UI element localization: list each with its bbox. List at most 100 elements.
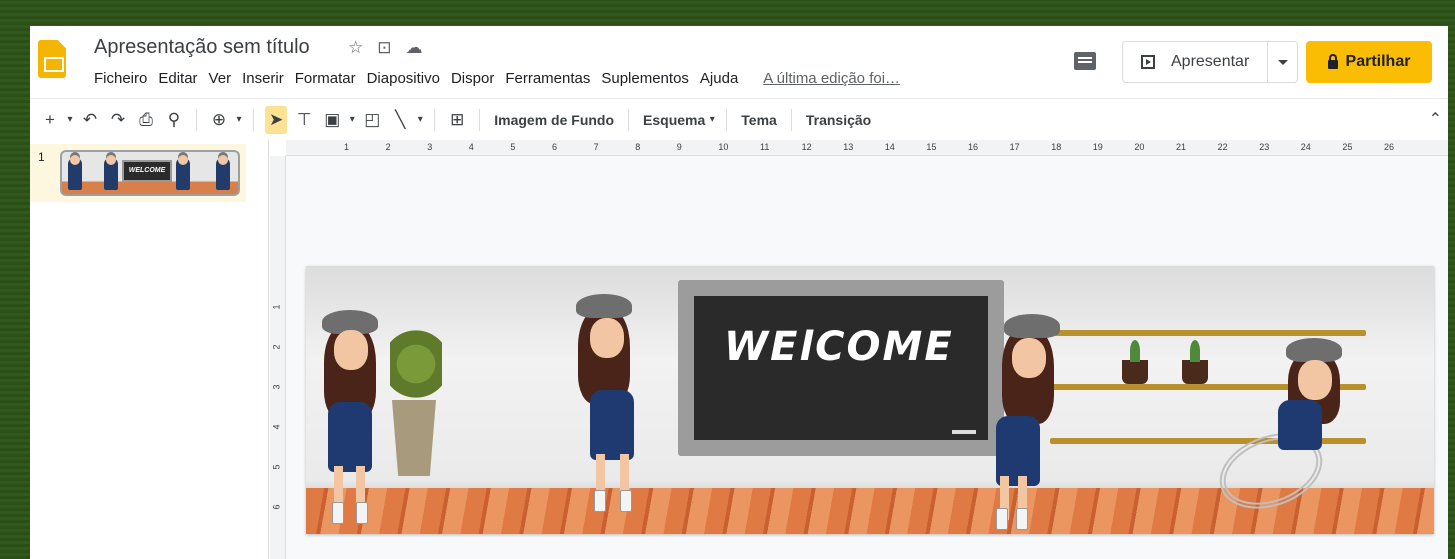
ruler-number: 16 — [968, 142, 979, 152]
toolbar: + ▾ ↶ ↷ ⎙ ⚲ ⊕ ▾ ➤ ⊤ ▣ ▾ ◰ ╲ ▾ ⊞ Imagem d… — [30, 98, 1448, 140]
ruler-number: 9 — [676, 142, 682, 152]
menu-insert[interactable]: Inserir — [242, 70, 284, 87]
ruler-number: 2 — [271, 344, 282, 350]
zoom-dropdown-icon[interactable]: ▾ — [234, 106, 244, 134]
new-slide-icon[interactable]: + — [39, 106, 61, 134]
ruler-number: 1 — [344, 142, 350, 152]
shape-icon[interactable]: ◰ — [361, 106, 383, 134]
document-title[interactable]: Apresentação sem título — [94, 36, 310, 59]
undo-icon[interactable]: ↶ — [79, 106, 101, 134]
share-button[interactable]: Partilhar — [1306, 41, 1432, 83]
present-button[interactable]: Apresentar — [1122, 41, 1298, 83]
menu-addons[interactable]: Suplementos — [601, 70, 689, 87]
ruler-number: 4 — [468, 142, 474, 152]
redo-icon[interactable]: ↷ — [107, 106, 129, 134]
menu-view[interactable]: Ver — [209, 70, 232, 87]
collapse-toolbar-icon[interactable]: ⌃ — [1429, 109, 1442, 129]
layout-button[interactable]: Esquema — [643, 112, 705, 128]
new-slide-dropdown-icon[interactable]: ▾ — [65, 106, 75, 134]
menu-format[interactable]: Formatar — [295, 70, 356, 87]
slide-canvas[interactable]: WElCOME — [306, 266, 1434, 534]
transition-button[interactable]: Transição — [806, 112, 871, 128]
lock-icon — [1327, 53, 1338, 69]
menu-file[interactable]: Ficheiro — [94, 70, 147, 87]
ruler-number: 17 — [1009, 142, 1020, 152]
text-box-icon[interactable]: ⊤ — [293, 106, 315, 134]
move-to-folder-icon[interactable]: ⊡ — [377, 38, 391, 58]
ruler-number: 7 — [593, 142, 599, 152]
menu-slide[interactable]: Diapositivo — [367, 70, 440, 87]
star-icon[interactable]: ☆ — [348, 38, 363, 58]
ruler-number: 6 — [271, 504, 282, 510]
slide-filmstrip: 1 WELCOME — [30, 140, 269, 559]
present-icon — [1141, 55, 1155, 69]
ruler-number: 13 — [843, 142, 854, 152]
ruler-number: 26 — [1384, 142, 1395, 152]
title-icons: ☆ ⊡ ☁ — [348, 38, 423, 58]
comments-icon[interactable] — [1074, 52, 1096, 70]
menu-tools[interactable]: Ferramentas — [505, 70, 590, 87]
vertical-ruler[interactable]: 1 2 3 4 5 6 — [270, 156, 286, 559]
plant-pot-image — [1122, 360, 1148, 384]
zoom-icon[interactable]: ⊕ — [208, 106, 230, 134]
last-edit-link[interactable]: A última edição foi… — [763, 70, 900, 87]
ruler-number: 24 — [1300, 142, 1311, 152]
bitmoji-character-4[interactable] — [1258, 336, 1368, 456]
title-bar: Apresentação sem título ☆ ⊡ ☁ Ficheiro E… — [30, 26, 1448, 98]
ruler-number: 25 — [1342, 142, 1353, 152]
bitmoji-character-1[interactable] — [320, 306, 430, 526]
ruler-number: 2 — [385, 142, 391, 152]
line-icon[interactable]: ╲ — [389, 106, 411, 134]
add-comment-icon[interactable]: ⊞ — [446, 106, 468, 134]
ruler-number: 11 — [760, 142, 770, 152]
slide-number: 1 — [38, 150, 45, 164]
bitmoji-character-3[interactable] — [982, 310, 1092, 530]
present-dropdown-icon[interactable] — [1278, 60, 1288, 65]
filmstrip-slide-1[interactable]: 1 WELCOME — [30, 144, 246, 202]
theme-button[interactable]: Tema — [741, 112, 777, 128]
slides-logo-icon[interactable] — [38, 40, 66, 78]
print-icon[interactable]: ⎙ — [135, 106, 157, 134]
ruler-number: 14 — [884, 142, 895, 152]
ruler-number: 5 — [510, 142, 516, 152]
menu-bar: Ficheiro Editar Ver Inserir Formatar Dia… — [94, 70, 911, 87]
menu-edit[interactable]: Editar — [158, 70, 197, 87]
ruler-number: 21 — [1176, 142, 1187, 152]
present-label: Apresentar — [1171, 53, 1250, 70]
layout-dropdown-icon[interactable]: ▾ — [707, 106, 717, 134]
slides-window: Apresentação sem título ☆ ⊡ ☁ Ficheiro E… — [30, 26, 1448, 559]
horizontal-ruler[interactable]: 1 2 3 4 5 6 7 8 9 10 11 12 13 14 15 16 17 18 19 20 21 22 23 24 2… — [286, 140, 1448, 156]
line-dropdown-icon[interactable]: ▾ — [415, 106, 425, 134]
share-label: Partilhar — [1345, 53, 1411, 70]
background-button[interactable]: Imagem de Fundo — [494, 112, 614, 128]
ruler-number: 6 — [552, 142, 558, 152]
ruler-number: 22 — [1217, 142, 1228, 152]
paint-format-icon[interactable]: ⚲ — [163, 106, 185, 134]
plant-pot-image — [1182, 360, 1208, 384]
ruler-number: 19 — [1092, 142, 1103, 152]
select-cursor-icon[interactable]: ➤ — [265, 105, 288, 134]
ruler-number: 18 — [1051, 142, 1062, 152]
insert-image-icon[interactable]: ▣ — [321, 106, 343, 134]
thumbnail-board-text: WELCOME — [122, 160, 172, 182]
ruler-number: 15 — [926, 142, 937, 152]
cloud-saved-icon[interactable]: ☁ — [406, 38, 423, 58]
bitmoji-character-2[interactable] — [574, 290, 684, 520]
ruler-number: 23 — [1259, 142, 1270, 152]
menu-arrange[interactable]: Dispor — [451, 70, 494, 87]
welcome-text[interactable]: WElCOME — [724, 324, 954, 370]
ruler-number: 4 — [271, 424, 282, 430]
ruler-number: 12 — [801, 142, 812, 152]
ruler-number: 8 — [635, 142, 641, 152]
ruler-number: 3 — [427, 142, 433, 152]
ruler-number: 5 — [271, 464, 282, 470]
slide-thumbnail[interactable]: WELCOME — [60, 150, 240, 196]
ruler-number: 10 — [718, 142, 729, 152]
menu-help[interactable]: Ajuda — [700, 70, 738, 87]
chalkboard-image[interactable]: WElCOME — [678, 280, 1004, 456]
ruler-number: 1 — [271, 304, 282, 310]
insert-image-dropdown-icon[interactable]: ▾ — [347, 106, 357, 134]
chalk — [952, 430, 976, 434]
ruler-number: 3 — [271, 384, 282, 390]
ruler-number: 20 — [1134, 142, 1145, 152]
